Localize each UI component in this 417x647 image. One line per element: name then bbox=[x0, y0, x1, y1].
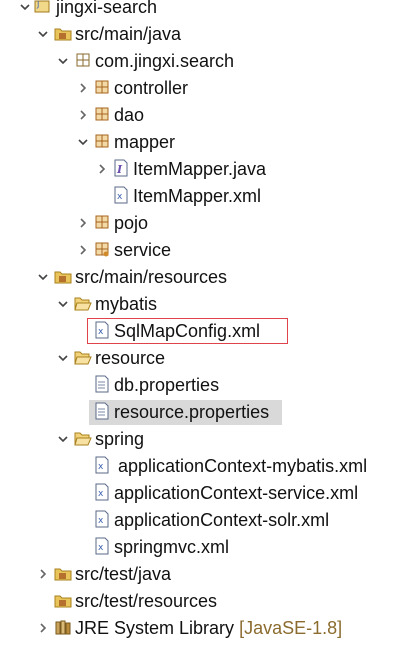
tree-label: JRE System Library [JavaSE-1.8] bbox=[75, 615, 342, 642]
library-qualifier: [JavaSE-1.8] bbox=[239, 618, 343, 638]
tree-row-controller[interactable]: controller bbox=[0, 75, 417, 102]
package-icon bbox=[93, 78, 111, 96]
tree-label: applicationContext-solr.xml bbox=[114, 510, 330, 530]
tree-row-jre-system-library[interactable]: JRE System Library [JavaSE-1.8] bbox=[0, 615, 417, 642]
tree-label: mapper bbox=[114, 132, 176, 152]
tree-row-src-test-java[interactable]: src/test/java bbox=[0, 561, 417, 588]
library-icon bbox=[54, 618, 72, 636]
tree-label: src/main/resources bbox=[75, 267, 228, 287]
source-folder-icon bbox=[54, 564, 72, 582]
package-icon bbox=[93, 213, 111, 231]
xml-file-icon: x bbox=[93, 483, 111, 501]
chevron-down-icon[interactable] bbox=[35, 21, 51, 48]
svg-text:x: x bbox=[98, 462, 104, 472]
xml-file-icon: x bbox=[93, 456, 111, 474]
source-folder-icon bbox=[54, 267, 72, 285]
chevron-right-icon[interactable] bbox=[75, 102, 91, 129]
tree-row-applicationcontext-mybatis-xml[interactable]: x applicationContext-mybatis.xml bbox=[0, 453, 417, 480]
tree-row-src-main-java[interactable]: src/main/java bbox=[0, 21, 417, 48]
open-folder-icon bbox=[74, 348, 92, 366]
package-icon bbox=[74, 51, 92, 69]
package-icon bbox=[93, 240, 111, 258]
tree-row-itemmapper-java[interactable]: I ItemMapper.java bbox=[0, 156, 417, 183]
chevron-right-icon[interactable] bbox=[75, 75, 91, 102]
tree-label: applicationContext-mybatis.xml bbox=[118, 456, 368, 476]
tree-label: src/test/java bbox=[75, 564, 172, 584]
chevron-right-icon[interactable] bbox=[35, 615, 51, 642]
tree-row-resource[interactable]: resource bbox=[0, 345, 417, 372]
source-folder-icon bbox=[54, 24, 72, 42]
svg-text:x: x bbox=[98, 543, 104, 553]
tree-row-dao[interactable]: dao bbox=[0, 102, 417, 129]
chevron-right-icon[interactable] bbox=[75, 237, 91, 264]
tree-row-mybatis[interactable]: mybatis bbox=[0, 291, 417, 318]
tree-label: dao bbox=[114, 105, 145, 125]
tree-label: pojo bbox=[114, 213, 149, 233]
tree-row-itemmapper-xml[interactable]: x ItemMapper.xml bbox=[0, 183, 417, 210]
svg-text:x: x bbox=[98, 489, 104, 499]
tree-label: db.properties bbox=[114, 375, 220, 395]
chevron-right-icon[interactable] bbox=[75, 210, 91, 237]
chevron-down-icon[interactable] bbox=[55, 345, 71, 372]
tree-row-resource-properties[interactable]: resource.properties bbox=[0, 399, 417, 426]
chevron-down-icon[interactable] bbox=[35, 264, 51, 291]
tree-row-applicationcontext-solr-xml[interactable]: x applicationContext-solr.xml bbox=[0, 507, 417, 534]
svg-text:x: x bbox=[98, 516, 104, 526]
chevron-right-icon[interactable] bbox=[94, 156, 110, 183]
tree-label: src/test/resources bbox=[75, 591, 218, 611]
open-folder-icon bbox=[74, 429, 92, 447]
chevron-down-icon[interactable] bbox=[55, 291, 71, 318]
chevron-right-icon[interactable] bbox=[35, 561, 51, 588]
tree-row-sqlmapconfig-xml[interactable]: x SqlMapConfig.xml bbox=[0, 318, 417, 345]
tree-label: service bbox=[114, 240, 172, 260]
tree-row-pojo[interactable]: pojo bbox=[0, 210, 417, 237]
java-project-icon: J bbox=[34, 0, 52, 15]
tree-row-src-main-resources[interactable]: src/main/resources bbox=[0, 264, 417, 291]
tree-label: applicationContext-service.xml bbox=[114, 483, 359, 503]
chevron-down-icon[interactable] bbox=[55, 426, 71, 453]
tree-label: jingxi-search bbox=[56, 0, 158, 17]
xml-file-icon: x bbox=[112, 186, 130, 204]
tree-label: src/main/java bbox=[75, 24, 182, 44]
tree-label: mybatis bbox=[95, 294, 158, 314]
tree-row-spring[interactable]: spring bbox=[0, 426, 417, 453]
tree-label: spring bbox=[95, 429, 145, 449]
chevron-down-icon[interactable] bbox=[55, 48, 71, 75]
tree-row-springmvc-xml[interactable]: x springmvc.xml bbox=[0, 534, 417, 561]
tree-row-package-com-jingxi-search[interactable]: com.jingxi.search bbox=[0, 48, 417, 75]
svg-text:x: x bbox=[117, 192, 123, 202]
tree-row-db-properties[interactable]: db.properties bbox=[0, 372, 417, 399]
package-icon bbox=[93, 132, 111, 150]
package-icon bbox=[93, 105, 111, 123]
java-interface-file-icon: I bbox=[112, 159, 130, 177]
tree-row-mapper[interactable]: mapper bbox=[0, 129, 417, 156]
tree-label: ItemMapper.java bbox=[133, 159, 267, 179]
tree-row-src-test-resources[interactable]: src/test/resources bbox=[0, 588, 417, 615]
tree-label: ItemMapper.xml bbox=[133, 186, 262, 206]
open-folder-icon bbox=[74, 294, 92, 312]
chevron-down-icon[interactable] bbox=[17, 0, 33, 21]
library-name: JRE System Library bbox=[75, 618, 235, 638]
tree-row-service[interactable]: service bbox=[0, 237, 417, 264]
tree-label: resource.properties bbox=[114, 402, 270, 422]
tree-label: resource bbox=[95, 348, 166, 368]
xml-file-icon: x bbox=[93, 537, 111, 555]
tree-label: com.jingxi.search bbox=[95, 51, 235, 71]
tree-label: springmvc.xml bbox=[114, 537, 230, 557]
tree-row-project[interactable]: J jingxi-search bbox=[0, 0, 417, 21]
tree-row-applicationcontext-service-xml[interactable]: x applicationContext-service.xml bbox=[0, 480, 417, 507]
source-folder-icon bbox=[54, 591, 72, 609]
svg-text:I: I bbox=[116, 163, 123, 176]
project-explorer-tree: J jingxi-search src/main/java com.jingxi… bbox=[0, 0, 417, 638]
svg-text:J: J bbox=[36, 0, 39, 9]
xml-file-icon: x bbox=[93, 321, 111, 339]
svg-text:x: x bbox=[98, 327, 104, 337]
text-file-icon bbox=[93, 402, 111, 420]
chevron-down-icon[interactable] bbox=[75, 129, 91, 156]
tree-label: SqlMapConfig.xml bbox=[114, 321, 261, 341]
xml-file-icon: x bbox=[93, 510, 111, 528]
tree-label: controller bbox=[114, 78, 189, 98]
text-file-icon bbox=[93, 375, 111, 393]
